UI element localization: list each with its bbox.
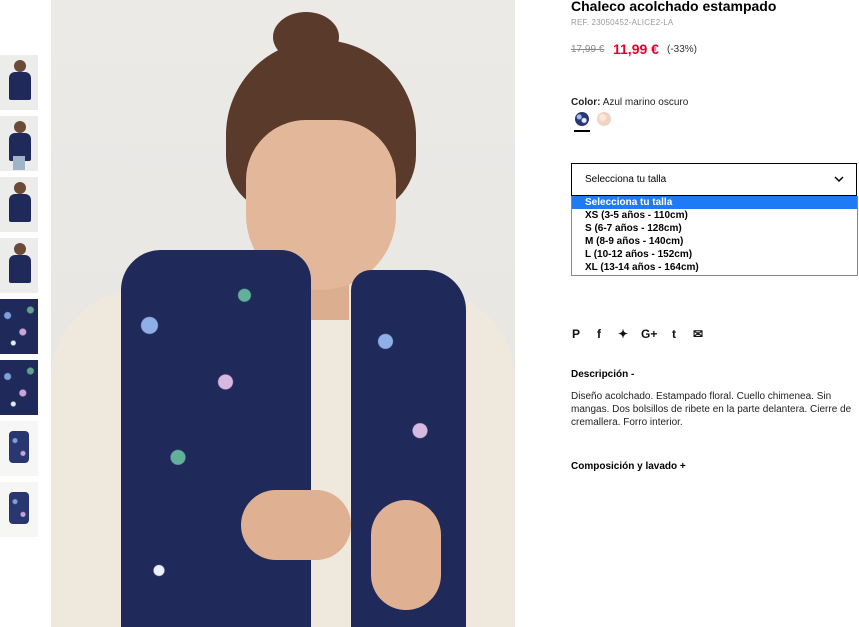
thumb-fabric-detail (0, 299, 38, 354)
thumb-figure-head (14, 121, 26, 133)
chevron-down-icon (834, 176, 844, 183)
thumbnail-5[interactable] (0, 299, 38, 354)
size-option[interactable]: XL (13-14 años - 164cm) (572, 261, 857, 274)
thumbnail-2[interactable] (0, 116, 38, 171)
selected-swatch-indicator (574, 130, 590, 132)
color-swatch-peach[interactable] (597, 112, 611, 126)
thumb-vest (9, 431, 29, 463)
facebook-icon[interactable]: f (597, 326, 601, 342)
price-sale: 11,99 € (613, 41, 659, 57)
thumbnail-6[interactable] (0, 360, 38, 415)
thumb-figure-body (9, 72, 31, 100)
product-reference: REF. 23050452-ALICE2-LA (571, 18, 674, 27)
thumbnail-gallery (0, 0, 40, 627)
thumb-figure-head (14, 182, 26, 194)
google-plus-icon[interactable]: G+ (641, 326, 657, 342)
thumb-figure-body (9, 255, 31, 283)
description-toggle[interactable]: Descripción - (571, 369, 634, 380)
size-option[interactable]: S (6-7 años - 128cm) (572, 222, 857, 235)
composition-toggle[interactable]: Composición y lavado + (571, 461, 686, 472)
size-option[interactable]: Selecciona tu talla (572, 196, 857, 209)
size-select-value: Selecciona tu talla (585, 174, 667, 185)
color-label-key: Color: (571, 97, 601, 108)
thumbnail-8[interactable] (0, 482, 38, 537)
photo-hand-right (371, 500, 441, 610)
thumb-vest (9, 492, 29, 524)
thumb-figure-legs (13, 156, 25, 170)
thumbnail-3[interactable] (0, 177, 38, 232)
thumb-fabric-detail (0, 360, 38, 415)
color-swatch-navy[interactable] (575, 112, 589, 126)
color-label-value: Azul marino oscuro (602, 97, 689, 108)
thumb-figure-head (14, 60, 26, 72)
size-select[interactable]: Selecciona tu talla (571, 163, 857, 196)
photo-vest-left (121, 250, 311, 627)
twitter-icon[interactable]: ✦ (618, 326, 628, 342)
thumb-figure-body (9, 194, 31, 222)
email-icon[interactable]: ✉ (693, 326, 703, 342)
photo-hand-left (241, 490, 351, 560)
size-option[interactable]: XS (3-5 años - 110cm) (572, 209, 857, 222)
product-title: Chaleco acolchado estampado (571, 0, 777, 14)
discount-badge: (-33%) (667, 44, 698, 55)
thumbnail-1[interactable] (0, 55, 38, 110)
tumblr-icon[interactable]: t (672, 326, 676, 342)
thumbnail-7[interactable] (0, 421, 38, 476)
thumbnail-4[interactable] (0, 238, 38, 293)
color-label: Color: Azul marino oscuro (571, 97, 688, 108)
main-product-image[interactable] (51, 0, 515, 627)
size-dropdown-list: Selecciona tu talla XS (3-5 años - 110cm… (571, 196, 858, 276)
share-bar: P f ✦ G+ t ✉ (571, 326, 721, 342)
size-option[interactable]: M (8-9 años - 140cm) (572, 235, 857, 248)
size-option[interactable]: L (10-12 años - 152cm) (572, 248, 857, 261)
thumb-figure-head (14, 243, 26, 255)
description-text: Diseño acolchado. Estampado floral. Cuel… (571, 391, 852, 428)
pinterest-icon[interactable]: P (572, 326, 580, 342)
price-old: 17,99 € (571, 44, 605, 55)
